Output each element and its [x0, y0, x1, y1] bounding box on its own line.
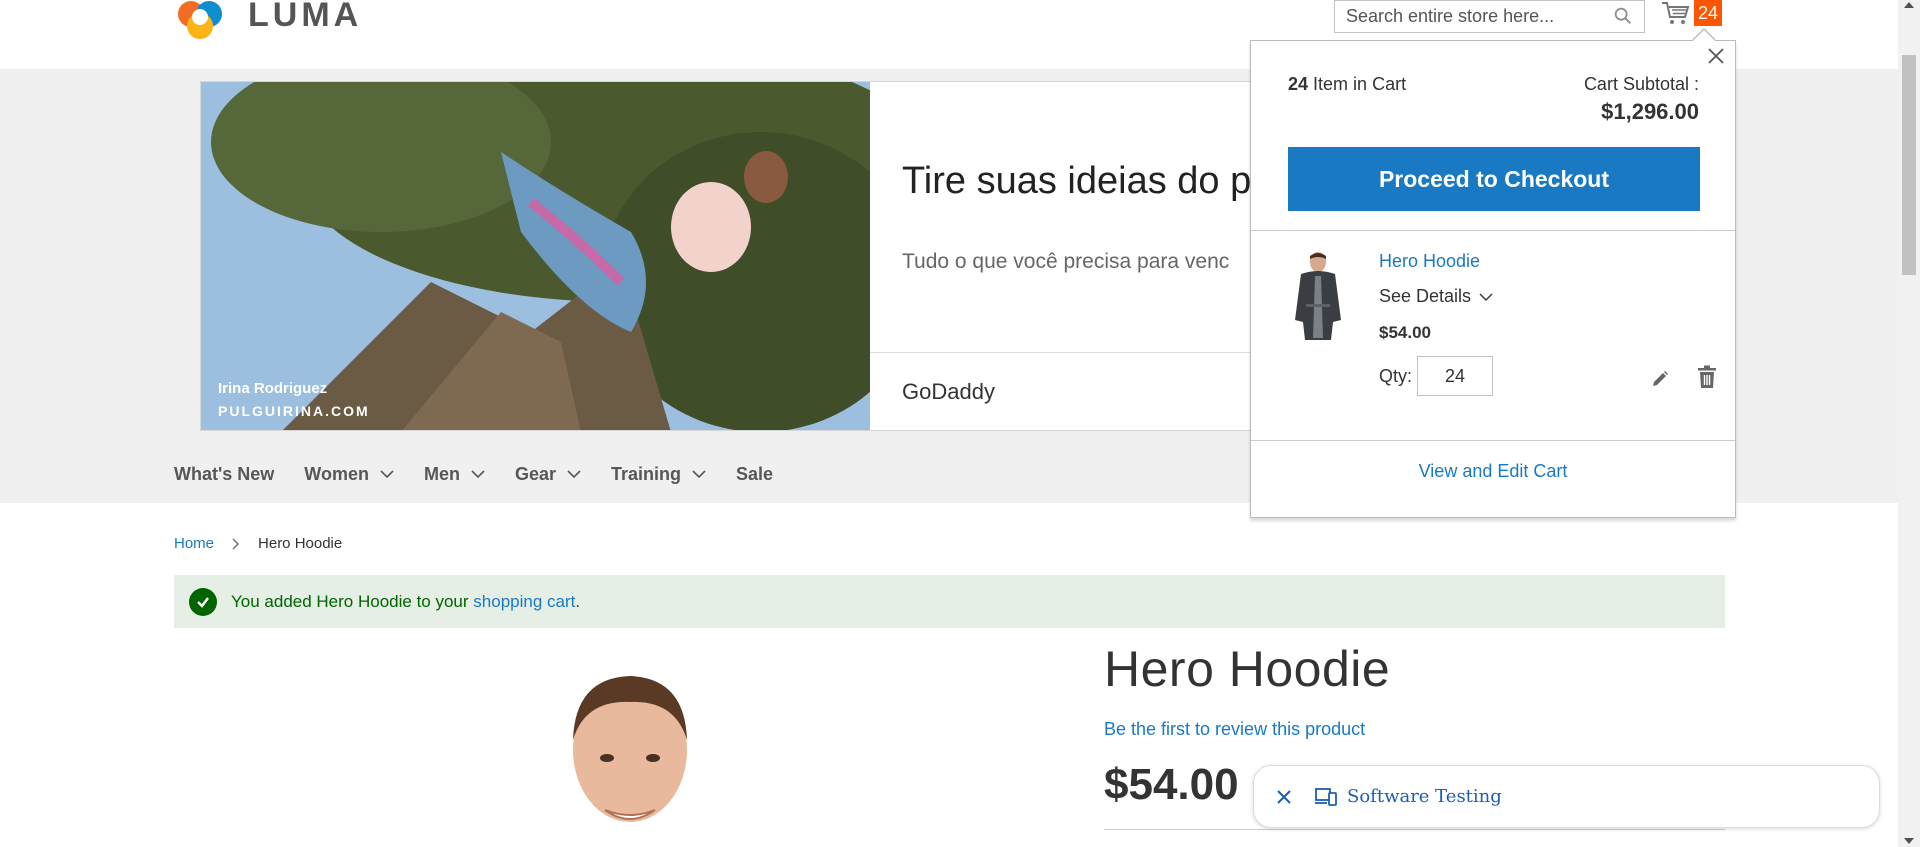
promo-banner[interactable]: Irina Rodriguez PULGUIRINA.COM Tire suas…: [200, 81, 1290, 431]
qty-input[interactable]: [1417, 356, 1493, 396]
see-details-toggle[interactable]: See Details: [1379, 286, 1493, 307]
promo-brand: GoDaddy: [902, 379, 995, 404]
chevron-right-icon: [232, 538, 240, 549]
scroll-up-arrow-icon[interactable]: [1904, 2, 1914, 8]
divider: [1104, 829, 1725, 830]
divider: [1251, 440, 1735, 441]
minicart-item-count: 24 Item in Cart: [1288, 74, 1406, 95]
product-price: $54.00: [1104, 760, 1239, 809]
subtotal-label: Cart Subtotal :: [1583, 74, 1699, 94]
store-logo[interactable]: LUMA: [174, 0, 362, 40]
photo-caption-name: Irina Rodriguez: [218, 380, 328, 397]
nav-label: Gear: [514, 463, 556, 484]
pencil-icon[interactable]: [1650, 369, 1670, 389]
software-testing-label: Software Testing: [1347, 786, 1502, 807]
see-details-label: See Details: [1379, 286, 1472, 306]
nav-item-sale[interactable]: Sale: [736, 464, 773, 485]
photo-caption-site: PULGUIRINA.COM: [218, 403, 370, 419]
nav-item-gear[interactable]: Gear: [515, 464, 581, 485]
scroll-down-arrow-icon[interactable]: [1904, 838, 1914, 844]
success-message: You added Hero Hoodie to your shopping c…: [174, 575, 1725, 628]
close-icon[interactable]: [1705, 45, 1727, 67]
promo-title: Tire suas ideias do pa: [902, 160, 1273, 202]
first-review-link[interactable]: Be the first to review this product: [1104, 719, 1365, 740]
minicart-item-price: $54.00: [1379, 323, 1431, 342]
divider: [1251, 230, 1735, 231]
search-placeholder: Search entire store here...: [1346, 6, 1555, 26]
chevron-down-icon: [380, 470, 394, 479]
message-text: You added Hero Hoodie to your: [231, 591, 469, 611]
minicart-dropdown: 24 Item in Cart Cart Subtotal : $1,296.0…: [1250, 40, 1736, 518]
nav-item-whats-new[interactable]: What's New: [174, 464, 274, 485]
subtotal-value: $1,296.00: [1601, 99, 1699, 124]
minicart-toggle[interactable]: 24: [1660, 0, 1723, 26]
nav-label: Sale: [736, 463, 774, 484]
qty-label: Qty:: [1379, 366, 1413, 386]
view-and-edit-cart-link[interactable]: View and Edit Cart: [1251, 461, 1735, 482]
nav-label: Training: [611, 463, 682, 484]
logo-text: LUMA: [248, 0, 363, 34]
vertical-scrollbar[interactable]: [1898, 0, 1920, 847]
shopping-cart-link[interactable]: shopping cart: [473, 592, 575, 612]
nav-label: Women: [304, 463, 369, 484]
scrollbar-thumb[interactable]: [1902, 55, 1916, 275]
main-navigation: What's New Women Men Gear Training Sale: [174, 460, 803, 488]
search-input[interactable]: Search entire store here...: [1334, 0, 1645, 33]
chevron-down-icon: [692, 470, 706, 479]
nav-label: What's New: [174, 463, 275, 484]
cart-icon[interactable]: [1660, 0, 1692, 26]
checkmark-icon: [189, 587, 217, 616]
product-title: Hero Hoodie: [1104, 641, 1391, 697]
minicart-count-suffix: Item in Cart: [1313, 74, 1407, 94]
promo-photo: Irina Rodriguez PULGUIRINA.COM: [201, 82, 870, 430]
chevron-down-icon: [1479, 293, 1493, 301]
chevron-down-icon: [567, 470, 581, 479]
chevron-down-icon: [471, 470, 485, 479]
minicart-arrow-fill: [1693, 30, 1715, 41]
breadcrumb-home-link[interactable]: Home: [174, 535, 214, 552]
cart-count-badge: 24: [1694, 0, 1723, 26]
nav-item-men[interactable]: Men: [424, 464, 485, 485]
breadcrumb-current: Hero Hoodie: [258, 535, 343, 552]
minicart-item-image[interactable]: [1285, 250, 1351, 342]
proceed-to-checkout-button[interactable]: Proceed to Checkout: [1288, 147, 1700, 211]
software-testing-bar[interactable]: Software Testing: [1253, 765, 1880, 828]
nav-label: Men: [423, 463, 460, 484]
devices-icon: [1315, 787, 1337, 806]
search-icon[interactable]: [1612, 5, 1634, 27]
close-icon[interactable]: [1275, 788, 1293, 806]
minicart-item-name-link[interactable]: Hero Hoodie: [1379, 251, 1480, 272]
nav-item-training[interactable]: Training: [611, 464, 706, 485]
luma-logo-icon: [174, 0, 230, 43]
promo-subtitle: Tudo o que você precisa para venc: [902, 250, 1230, 273]
nav-item-women[interactable]: Women: [304, 464, 394, 485]
breadcrumb: Home Hero Hoodie: [174, 535, 342, 552]
minicart-count-number: 24: [1288, 74, 1309, 94]
message-suffix: .: [575, 591, 581, 611]
trash-icon[interactable]: [1697, 365, 1717, 389]
promo-divider: [870, 352, 1289, 353]
product-image[interactable]: [555, 670, 705, 847]
